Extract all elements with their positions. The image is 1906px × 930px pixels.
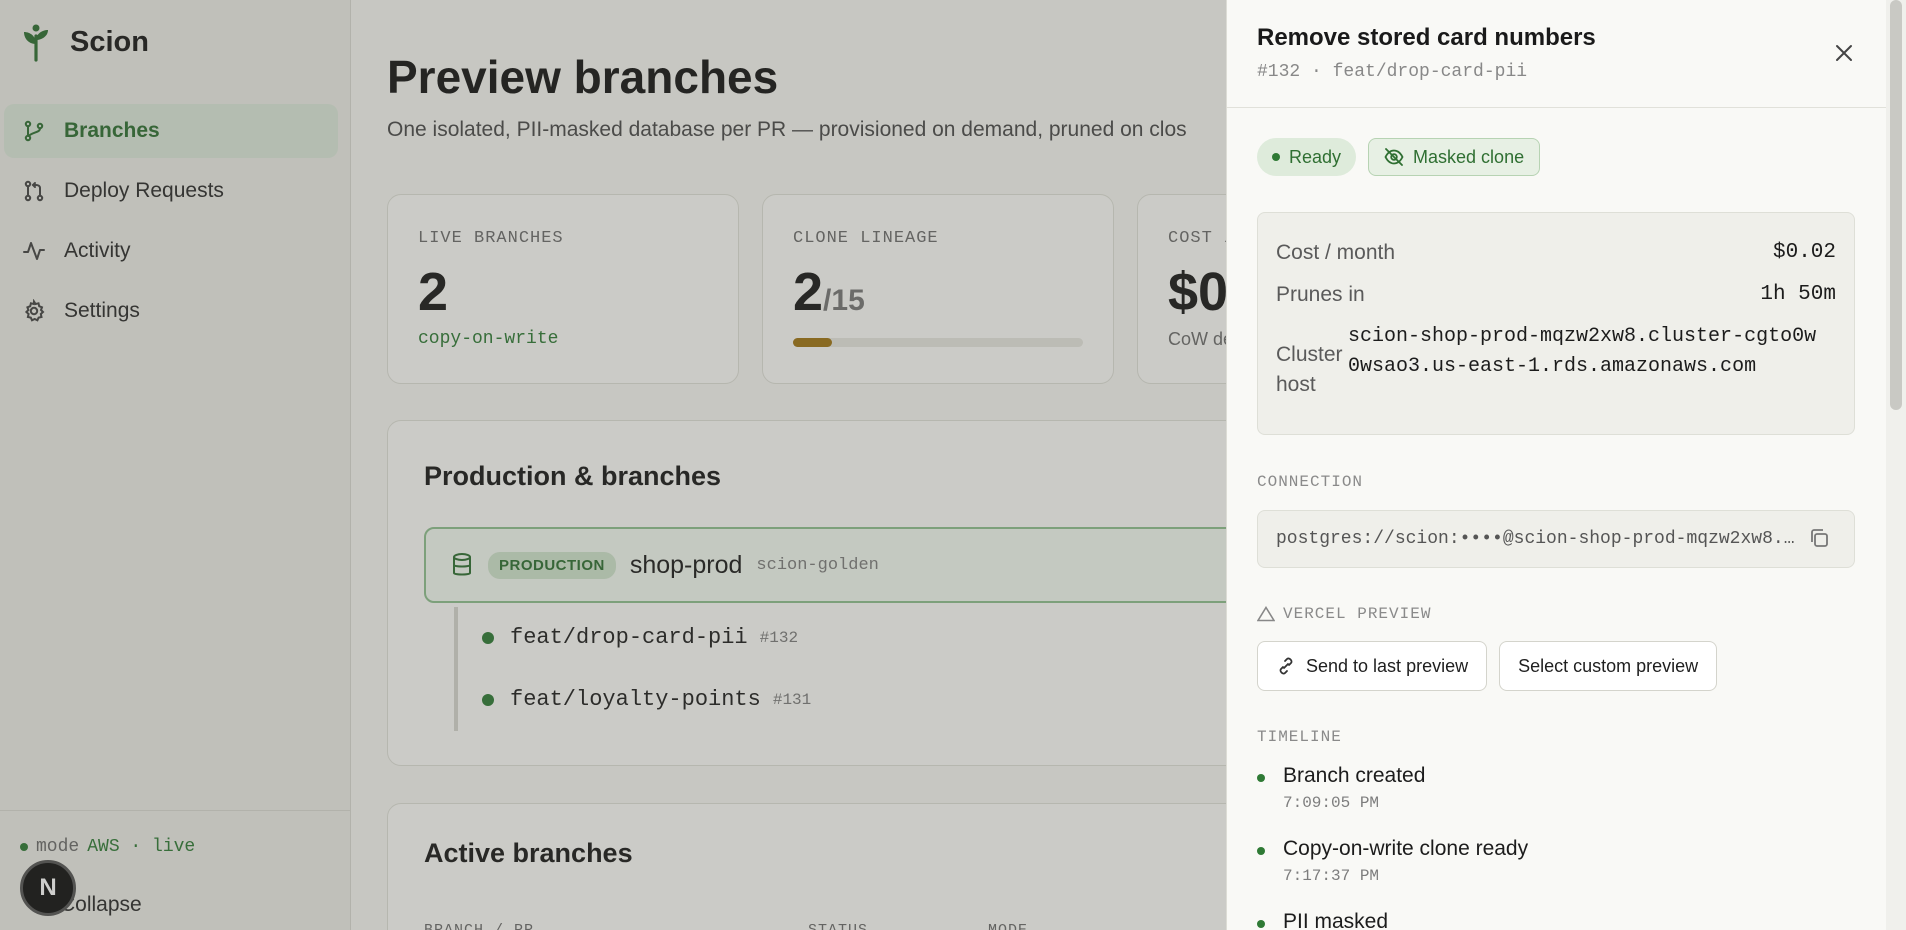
info-row-prunes: Prunes in 1h 50m xyxy=(1276,283,1836,306)
copy-button[interactable] xyxy=(1808,527,1830,554)
drawer-title: Remove stored card numbers xyxy=(1257,24,1596,51)
copy-icon xyxy=(1811,529,1828,547)
vercel-preview-label: VERCEL PREVIEW xyxy=(1257,605,1431,623)
eye-off-icon xyxy=(1384,148,1404,166)
scrollbar-thumb[interactable] xyxy=(1890,0,1902,410)
prune-value: 1h 50m xyxy=(1760,283,1836,306)
branch-detail-drawer: Remove stored card numbers #132 · feat/d… xyxy=(1226,0,1887,930)
modal-backdrop[interactable] xyxy=(0,0,1226,930)
branch-info-box: Cost / month $0.02 Prunes in 1h 50m Clus… xyxy=(1257,212,1855,435)
status-dot xyxy=(1272,153,1280,161)
vercel-triangle-icon xyxy=(1257,606,1275,622)
cost-value: $0.02 xyxy=(1772,241,1836,264)
drawer-header: Remove stored card numbers #132 · feat/d… xyxy=(1227,0,1887,108)
host-value: scion-shop-prod-mqzw2xw8.cluster-cgto0w0… xyxy=(1348,325,1817,378)
link-icon xyxy=(1279,657,1293,675)
timeline-dot xyxy=(1257,774,1265,782)
timeline-title: PII masked xyxy=(1283,910,1389,930)
host-label: Cluster host xyxy=(1276,343,1343,396)
timeline-dot xyxy=(1257,920,1265,928)
close-icon xyxy=(1836,45,1852,61)
timeline-label: TIMELINE xyxy=(1257,728,1342,746)
drawer-scrollbar[interactable] xyxy=(1886,0,1906,930)
drawer-subtitle: #132 · feat/drop-card-pii xyxy=(1257,62,1528,82)
vercel-actions: Send to last preview Select custom previ… xyxy=(1257,641,1718,691)
status-chips: Ready Masked clone xyxy=(1257,138,1541,176)
status-badge: Ready xyxy=(1257,138,1357,176)
info-row-cost: Cost / month $0.02 xyxy=(1276,241,1836,264)
select-custom-preview-button[interactable]: Select custom preview xyxy=(1499,641,1718,691)
timeline-title: Copy-on-write clone ready xyxy=(1283,837,1529,860)
connection-string: postgres://scion:••••@scion-shop-prod-mq… xyxy=(1276,529,1796,549)
masked-clone-badge: Masked clone xyxy=(1368,138,1541,176)
timeline-time: 7:09:05 PM xyxy=(1283,794,1380,812)
connection-label: CONNECTION xyxy=(1257,473,1364,491)
close-button[interactable] xyxy=(1827,36,1861,70)
connection-string-field[interactable]: postgres://scion:••••@scion-shop-prod-mq… xyxy=(1257,510,1855,568)
timeline-title: Branch created xyxy=(1283,764,1426,787)
send-to-last-preview-button[interactable]: Send to last preview xyxy=(1257,641,1488,691)
timeline-time: 7:17:37 PM xyxy=(1283,867,1380,885)
timeline-dot xyxy=(1257,847,1265,855)
